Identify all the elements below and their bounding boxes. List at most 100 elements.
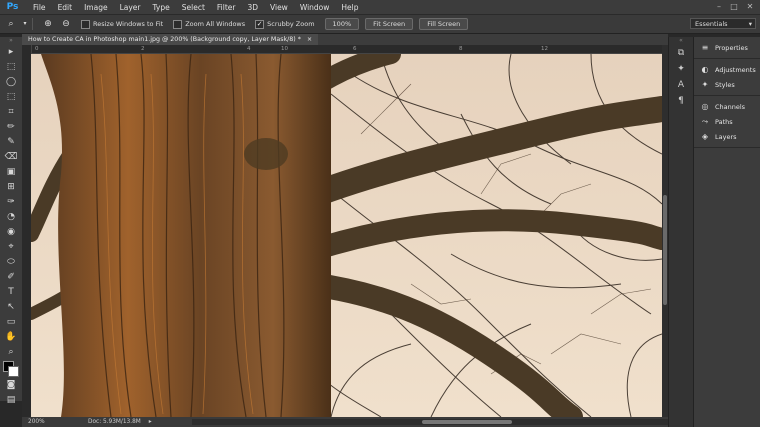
scrollbar-thumb[interactable] <box>422 420 512 424</box>
ruler-label: 8 <box>459 46 463 52</box>
brush-tool-icon[interactable]: ✎ <box>0 135 22 150</box>
panel-properties[interactable]: ≡ Properties <box>694 40 760 55</box>
document-canvas[interactable] <box>31 54 662 417</box>
panel-group: ≡ Properties <box>694 37 760 59</box>
panel-adjustments[interactable]: ◐ Adjustments <box>694 62 760 77</box>
menu-view[interactable]: View <box>264 3 294 12</box>
pen-tool-icon[interactable]: ⬭ <box>0 255 22 270</box>
menu-3d[interactable]: 3D <box>241 3 264 12</box>
panel-label: Paths <box>715 117 733 126</box>
scrubby-zoom-label: Scrubby Zoom <box>267 20 315 28</box>
styles-icon: ✦ <box>701 80 709 89</box>
healing-tool-icon[interactable]: ✑ <box>0 195 22 210</box>
screen-mode-icon[interactable]: ▤ <box>0 393 22 408</box>
panel-label: Properties <box>715 43 748 52</box>
panel-channels[interactable]: ◎ Channels <box>694 99 760 114</box>
workspace-select[interactable]: Essentials ▾ <box>690 18 756 29</box>
menu-help[interactable]: Help <box>335 3 364 12</box>
panel-group: ◐ Adjustments ✦ Styles <box>694 59 760 96</box>
ruler-label: 0 <box>35 46 39 52</box>
crop-tool-icon[interactable]: ⌗ <box>0 105 22 120</box>
menu-type[interactable]: Type <box>147 3 176 12</box>
layers-icon: ◈ <box>701 132 709 141</box>
doc-size: Doc: 5.93M/13.8M <box>88 419 141 425</box>
status-bar: 200% Doc: 5.93M/13.8M ▸ <box>22 417 672 427</box>
ruler-label: 4 <box>247 46 251 52</box>
paragraph-icon[interactable]: ¶ <box>669 93 693 109</box>
character-icon[interactable]: A <box>669 77 693 93</box>
checkbox-box[interactable] <box>173 19 183 29</box>
collapse-icon[interactable]: » <box>0 37 22 45</box>
paths-icon: ⤳ <box>701 116 709 126</box>
chevron-down-icon: ▾ <box>748 20 752 28</box>
adjustments-icon: ◐ <box>701 65 709 74</box>
brush-panel-icon[interactable]: ✦ <box>669 61 693 77</box>
marquee-tool-icon[interactable]: ⬚ <box>0 60 22 75</box>
history-brush-tool-icon[interactable]: ⊞ <box>0 180 22 195</box>
blur-tool-icon[interactable]: ◉ <box>0 225 22 240</box>
menu-file[interactable]: File <box>27 3 52 12</box>
scrubby-zoom-checkbox[interactable]: ✓ Scrubby Zoom <box>255 19 315 29</box>
scrollbar-thumb[interactable] <box>663 195 667 305</box>
menu-image[interactable]: Image <box>78 3 114 12</box>
eyedropper-tool-icon[interactable]: ✏ <box>0 120 22 135</box>
ruler-label: 12 <box>541 46 548 52</box>
fill-screen-button[interactable]: Fill Screen <box>419 18 469 30</box>
document-tab-bar: How to Create CA in Photoshop main1.jpg … <box>22 34 668 45</box>
resize-windows-label: Resize Windows to Fit <box>93 20 164 28</box>
type-tool-icon[interactable]: T <box>0 285 22 300</box>
quick-mask-icon[interactable]: ◙ <box>0 378 22 393</box>
ruler-label: 6 <box>353 46 357 52</box>
document-tab[interactable]: How to Create CA in Photoshop main1.jpg … <box>22 34 319 45</box>
gradient-tool-icon[interactable]: ◔ <box>0 210 22 225</box>
zoom-tool-icon[interactable]: ⌕ <box>0 345 22 360</box>
panel-styles[interactable]: ✦ Styles <box>694 77 760 92</box>
stamp-tool-icon[interactable]: ▣ <box>0 165 22 180</box>
hand-tool-icon[interactable]: ✋ <box>0 330 22 345</box>
zoom-100-button[interactable]: 100% <box>324 18 360 30</box>
minimize-icon[interactable]: – <box>712 1 726 12</box>
menu-window[interactable]: Window <box>294 3 336 12</box>
lasso-tool-icon[interactable]: ◯ <box>0 75 22 90</box>
menu-filter[interactable]: Filter <box>211 3 242 12</box>
menu-edit[interactable]: Edit <box>52 3 79 12</box>
color-swatches <box>0 360 22 378</box>
eraser-tool-icon[interactable]: ⌫ <box>0 150 22 165</box>
maximize-icon[interactable]: □ <box>727 1 741 12</box>
close-icon[interactable]: ✕ <box>743 1 757 12</box>
panel-paths[interactable]: ⤳ Paths <box>694 114 760 129</box>
properties-icon: ≡ <box>701 43 709 52</box>
zoom-tool-icon[interactable]: ⌕ <box>4 18 18 30</box>
close-tab-icon[interactable]: × <box>307 36 312 43</box>
zoom-in-icon[interactable]: ⊕ <box>41 18 55 30</box>
shape-tool-icon[interactable]: ▭ <box>0 315 22 330</box>
history-icon[interactable]: ⧉ <box>669 45 693 61</box>
ruler-label: 2 <box>141 46 145 52</box>
move-tool-icon[interactable]: ▸ <box>0 45 22 60</box>
check-icon[interactable]: ✓ <box>255 19 265 29</box>
menu-select[interactable]: Select <box>176 3 211 12</box>
zoom-level[interactable]: 200% <box>28 419 68 425</box>
resize-windows-checkbox[interactable]: Resize Windows to Fit <box>81 19 164 29</box>
panel-label: Channels <box>715 102 746 111</box>
play-icon[interactable]: ▸ <box>149 419 152 425</box>
background-color-swatch[interactable] <box>8 366 19 377</box>
panel-dock: « ⧉ ✦ A ¶ <box>668 37 693 427</box>
photoshop-logo: Ps <box>6 2 19 12</box>
selection-tool-icon[interactable]: ↖ <box>0 300 22 315</box>
options-bar: ⌕ ▾ ⊕ ⊖ Resize Windows to Fit Zoom All W… <box>0 15 760 34</box>
collapse-icon[interactable]: « <box>669 37 693 45</box>
workspace-label: Essentials <box>695 20 728 28</box>
horizontal-scrollbar[interactable] <box>192 419 672 425</box>
checkbox-box[interactable] <box>81 19 90 29</box>
menu-layer[interactable]: Layer <box>114 3 147 12</box>
document-title: How to Create CA in Photoshop main1.jpg … <box>28 36 301 43</box>
panel-layers[interactable]: ◈ Layers <box>694 129 760 144</box>
zoom-all-checkbox[interactable]: Zoom All Windows <box>173 19 245 29</box>
zoom-out-icon[interactable]: ⊖ <box>59 18 73 30</box>
dodge-tool-icon[interactable]: ⌖ <box>0 240 22 255</box>
quick-select-tool-icon[interactable]: ⬚ <box>0 90 22 105</box>
chevron-down-icon[interactable]: ▾ <box>22 18 28 30</box>
path-tool-icon[interactable]: ✐ <box>0 270 22 285</box>
fit-screen-button[interactable]: Fit Screen <box>365 18 414 30</box>
